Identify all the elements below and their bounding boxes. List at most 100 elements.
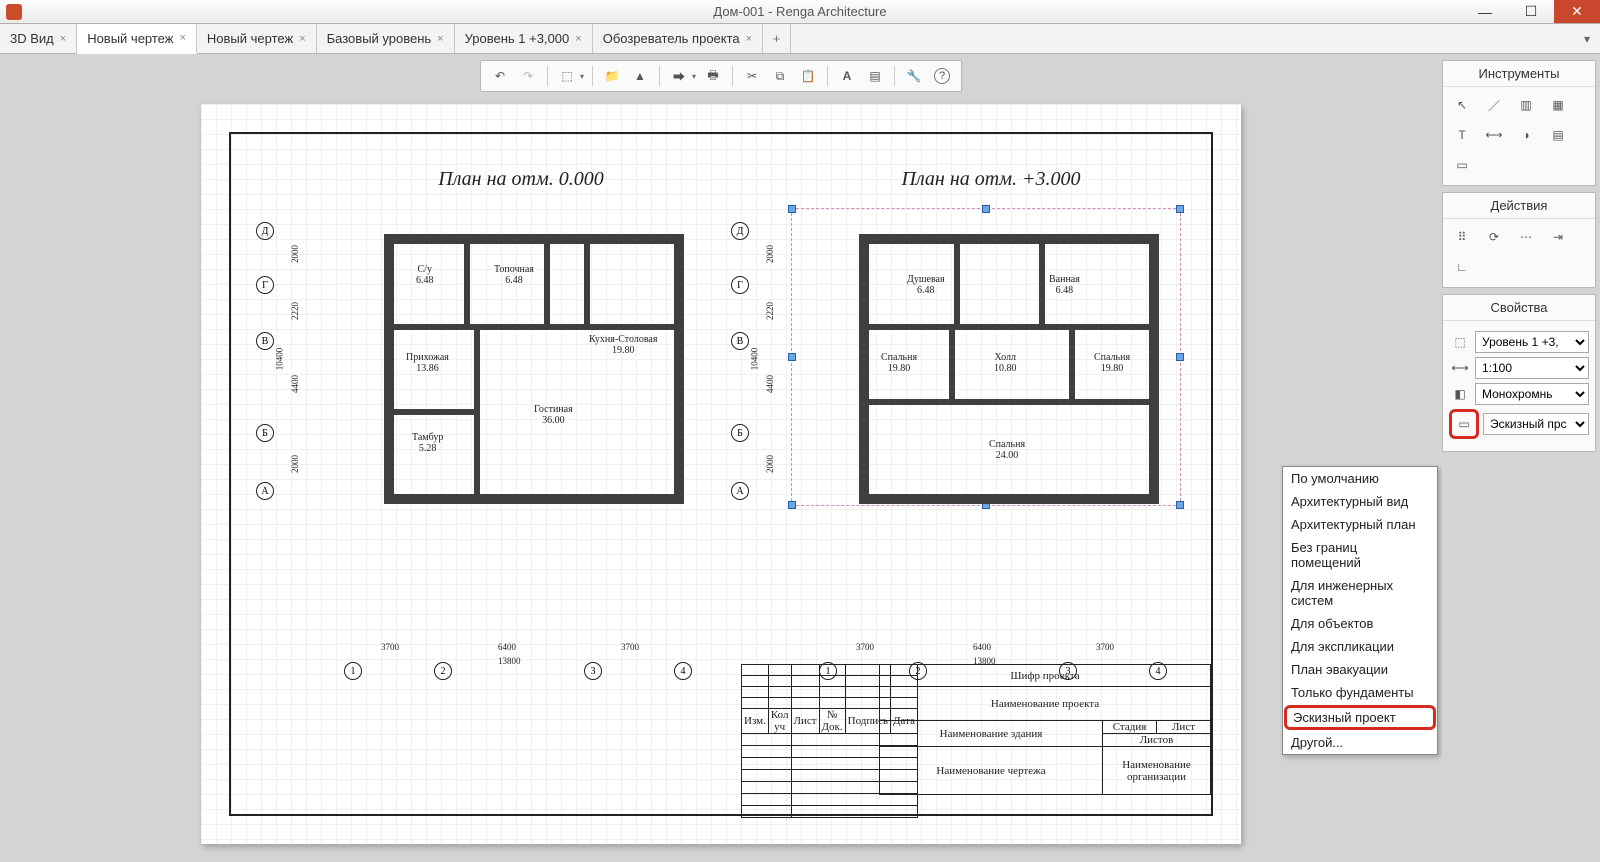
close-icon[interactable]: ×: [179, 32, 185, 44]
tab-base-level[interactable]: Базовый уровень ×: [317, 24, 455, 53]
dropdown-item[interactable]: По умолчанию: [1283, 467, 1437, 490]
tab-label: Обозреватель проекта: [603, 31, 740, 46]
close-icon[interactable]: ×: [575, 33, 581, 45]
dropdown-item[interactable]: Архитектурный план: [1283, 513, 1437, 536]
tab-label: 3D Вид: [10, 31, 54, 46]
layers-button[interactable]: ▤: [862, 63, 888, 89]
paste-button[interactable]: 📋: [795, 63, 821, 89]
rotate-icon[interactable]: ⟳: [1481, 225, 1507, 249]
tab-label: Уровень 1 +3,000: [465, 31, 570, 46]
title-block: Изм. Кол уч Лист № Док. Подпись Дата: [741, 664, 1211, 814]
axis-letter: Г: [731, 276, 749, 294]
filter-select[interactable]: Эскизный прс: [1483, 413, 1589, 435]
right-panels: Инструменты ↖ ／ ▥ ▦ T ⟷ ◑ ▤ ▭ Действия ⠿…: [1442, 54, 1600, 862]
help-button[interactable]: ?: [929, 63, 955, 89]
dropdown-item[interactable]: Архитектурный вид: [1283, 490, 1437, 513]
filter-dropdown[interactable]: По умолчаниюАрхитектурный видАрхитектурн…: [1282, 466, 1438, 755]
panel-actions: Действия ⠿ ⟳ ⋯ ⇥ ∟: [1442, 192, 1596, 288]
dropdown-item[interactable]: Без границ помещений: [1283, 536, 1437, 574]
tab-new-drawing-1[interactable]: Новый чертеж×: [77, 24, 197, 54]
axis-number: 3: [584, 662, 602, 680]
tab-label: Новый чертеж: [207, 31, 293, 46]
undo-button[interactable]: ↶: [487, 63, 513, 89]
tab-browser[interactable]: Обозреватель проекта ×: [593, 24, 763, 53]
axis-letter: Д: [256, 222, 274, 240]
open-button[interactable]: 📁: [599, 63, 625, 89]
axis-letter: А: [731, 482, 749, 500]
dropdown-item[interactable]: Для объектов: [1283, 612, 1437, 635]
tab-3d-view[interactable]: 3D Вид ×: [0, 24, 77, 53]
hatch-icon[interactable]: ▦: [1545, 93, 1571, 117]
move-icon[interactable]: ⠿: [1449, 225, 1475, 249]
scale-select[interactable]: 1:100: [1475, 357, 1589, 379]
sheet-icon[interactable]: ▭: [1449, 153, 1475, 177]
panel-title: Действия: [1443, 193, 1595, 219]
plan-left: Д Г В Б А 1 2 3 4: [286, 214, 716, 644]
canvas[interactable]: ↶ ↷ ⬚▾ 📁 ▲ ⮕▾ 🖶 ✂ ⧉ 📋 A ▤ 🔧 ? План на от…: [0, 54, 1442, 862]
axis-letter: В: [256, 332, 274, 350]
close-button[interactable]: ✕: [1554, 0, 1600, 23]
model-button[interactable]: ⬚: [554, 63, 580, 89]
style-select[interactable]: Монохромнь: [1475, 383, 1589, 405]
dropdown-item[interactable]: Для инженерных систем: [1283, 574, 1437, 612]
main-toolbar: ↶ ↷ ⬚▾ 📁 ▲ ⮕▾ 🖶 ✂ ⧉ 📋 A ▤ 🔧 ?: [480, 60, 962, 92]
axis-number: 1: [344, 662, 362, 680]
panel-tools: Инструменты ↖ ／ ▥ ▦ T ⟷ ◑ ▤ ▭: [1442, 60, 1596, 186]
scale-icon: ⟷: [1449, 357, 1471, 379]
tab-label: Базовый уровень: [327, 31, 432, 46]
title-bar: Дом-001 - Renga Architecture — ☐ ✕: [0, 0, 1600, 24]
settings-button[interactable]: 🔧: [901, 63, 927, 89]
filter-icon-highlight: ▭: [1449, 409, 1479, 439]
app-icon: [6, 4, 22, 20]
export-button[interactable]: ⮕: [666, 63, 692, 89]
axis-number: 4: [674, 662, 692, 680]
stair-icon[interactable]: ▥: [1513, 93, 1539, 117]
plan-right-title: План на отм. +3.000: [902, 168, 1081, 191]
copy-button[interactable]: ⧉: [767, 63, 793, 89]
save-button[interactable]: ▲: [627, 63, 653, 89]
drawing-sheet: План на отм. 0.000 План на отм. +3.000 Д…: [201, 104, 1241, 844]
tabs-menu-chevron-icon[interactable]: ▾: [1574, 24, 1600, 53]
array-icon[interactable]: ⋯: [1513, 225, 1539, 249]
axis-letter: Б: [731, 424, 749, 442]
close-icon[interactable]: ×: [746, 33, 752, 45]
dropdown-item[interactable]: Только фундаменты: [1283, 681, 1437, 704]
axis-letter: А: [256, 482, 274, 500]
axis-letter: Д: [731, 222, 749, 240]
tab-add[interactable]: +: [763, 24, 791, 53]
plan-right[interactable]: Д Г В Б А 1 2 3 4: [761, 214, 1191, 644]
filter-icon: ▭: [1453, 413, 1475, 435]
panel-title: Свойства: [1443, 295, 1595, 321]
dropdown-item[interactable]: План эвакуации: [1283, 658, 1437, 681]
minimize-button[interactable]: —: [1462, 0, 1508, 23]
plan-left-title: План на отм. 0.000: [438, 168, 603, 191]
window-title: Дом-001 - Renga Architecture: [713, 4, 886, 19]
close-icon[interactable]: ×: [299, 33, 305, 45]
line-icon[interactable]: ／: [1481, 93, 1507, 117]
cut-button[interactable]: ✂: [739, 63, 765, 89]
close-icon[interactable]: ×: [437, 33, 443, 45]
dimension-icon[interactable]: ⟷: [1481, 123, 1507, 147]
print-button[interactable]: 🖶: [700, 63, 726, 89]
dropdown-item[interactable]: Для экспликации: [1283, 635, 1437, 658]
axis-letter: В: [731, 332, 749, 350]
tab-new-drawing-2[interactable]: Новый чертеж ×: [197, 24, 317, 53]
level-select[interactable]: Уровень 1 +3,: [1475, 331, 1589, 353]
grid-icon[interactable]: ▤: [1545, 123, 1571, 147]
panel-properties: Свойства ⬚ Уровень 1 +3, ⟷ 1:100 ◧ Монох…: [1442, 294, 1596, 452]
angle-icon[interactable]: ∟: [1449, 255, 1475, 279]
style-icon: ◧: [1449, 383, 1471, 405]
redo-button[interactable]: ↷: [515, 63, 541, 89]
text-icon[interactable]: T: [1449, 123, 1475, 147]
mirror-icon[interactable]: ⇥: [1545, 225, 1571, 249]
level-icon: ⬚: [1449, 331, 1471, 353]
cursor-icon[interactable]: ↖: [1449, 93, 1475, 117]
dropdown-item[interactable]: Другой...: [1283, 731, 1437, 754]
dropdown-item[interactable]: Эскизный проект: [1284, 705, 1436, 730]
close-icon[interactable]: ×: [60, 33, 66, 45]
tab-level-1[interactable]: Уровень 1 +3,000 ×: [455, 24, 593, 53]
detail-icon[interactable]: ◑: [1513, 123, 1539, 147]
text-style-button[interactable]: A: [834, 63, 860, 89]
maximize-button[interactable]: ☐: [1508, 0, 1554, 23]
axis-letter: Г: [256, 276, 274, 294]
